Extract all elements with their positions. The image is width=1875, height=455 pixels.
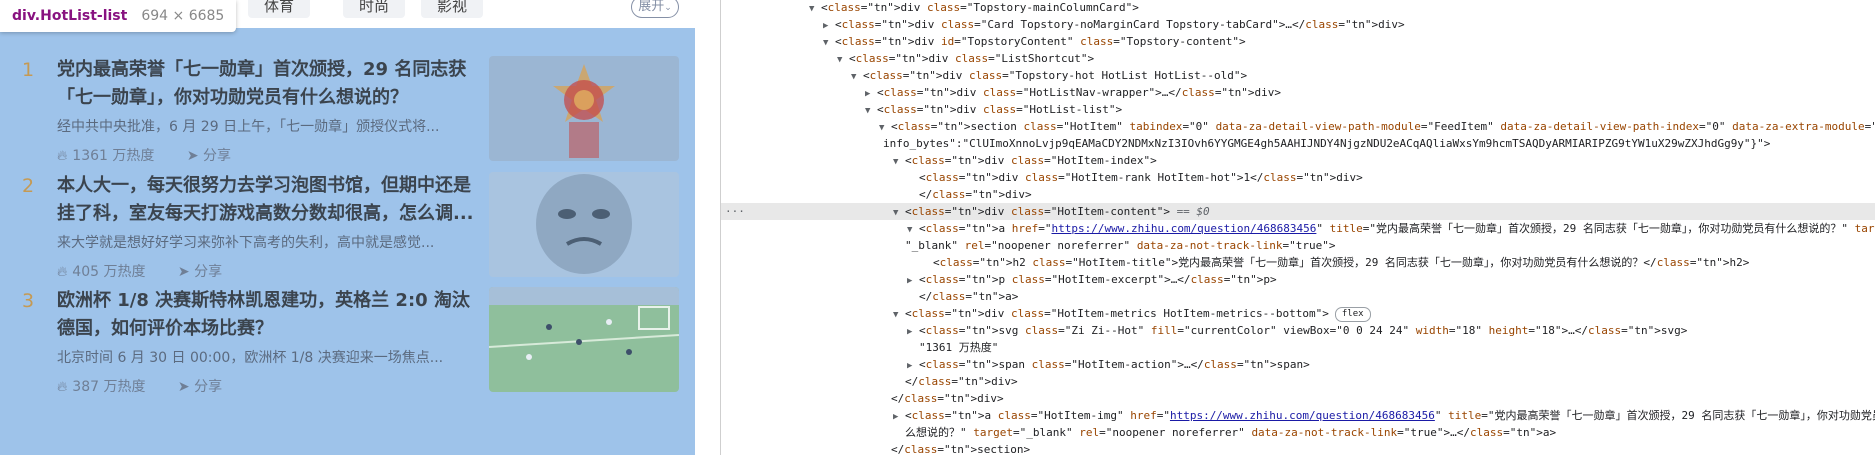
tooltip-element-size: 694 × 6685: [141, 8, 225, 24]
dom-node-line[interactable]: </class="tn">div>: [721, 373, 1875, 390]
hotlist-highlight-overlay: 1 党内最高荣誉「七一勋章」首次颁授，29 名同志获「七一勋章」，你对功勋党员有…: [0, 28, 695, 455]
hot-item-3[interactable]: 3 欧洲杯 1/8 决赛斯特林凯恩建功，英格兰 2:0 淘汰德国，如何评价本场比…: [0, 270, 695, 408]
dom-node-line[interactable]: </class="tn">a>: [721, 288, 1875, 305]
hot-item-rank: 2: [22, 175, 35, 197]
hot-item-heat: 387 万热度: [72, 379, 146, 395]
paper-plane-icon: ➤: [177, 379, 195, 395]
dom-node-line[interactable]: ▼ <class="tn">div class="HotItem-metrics …: [721, 305, 1875, 322]
dom-node-selected[interactable]: ▼ <class="tn">div class="HotItem-content"…: [721, 203, 1875, 220]
dom-node-line[interactable]: "1361 万热度": [721, 339, 1875, 356]
share-label: 分享: [194, 379, 223, 395]
nav-tab-sports[interactable]: 体育: [248, 0, 311, 18]
hot-item-rank: 1: [22, 59, 35, 81]
expand-label: 展开: [638, 0, 665, 14]
dom-node-line[interactable]: ▼ <class="tn">div class="Topstory-mainCol…: [721, 0, 1875, 16]
football-match-image[interactable]: [489, 287, 679, 392]
devtools-elements-panel[interactable]: ▼ <class="tn">div class="Topstory-mainCol…: [721, 0, 1875, 455]
share-button[interactable]: ➤ 分享: [178, 379, 222, 395]
meme-face-image[interactable]: [489, 172, 679, 277]
chevron-down-icon: ⌄: [664, 3, 672, 13]
dom-node-line[interactable]: </class="tn">div>: [721, 186, 1875, 203]
dom-node-line[interactable]: ▶ <class="tn">p class="HotItem-excerpt">……: [721, 271, 1875, 288]
medal-image[interactable]: [489, 56, 679, 161]
hot-item-title[interactable]: 本人大一，每天很努力去学习泡图书馆，但期中还是挂了科，室友每天打游戏高数分数却很…: [57, 172, 477, 228]
dom-node-line[interactable]: ▶ <class="tn">span class="HotItem-action"…: [721, 356, 1875, 373]
dom-node-line[interactable]: ▼ <class="tn">div class="ListShortcut">: [721, 50, 1875, 67]
dom-node-line[interactable]: ▼ <class="tn">section class="HotItem" tab…: [721, 118, 1875, 135]
dom-node-line[interactable]: ▶ <class="tn">div class="HotListNav-wrapp…: [721, 84, 1875, 101]
dom-node-line[interactable]: ▶ <class="tn">svg class="Zi Zi--Hot" fill…: [721, 322, 1875, 339]
hot-item-rank: 3: [22, 290, 35, 312]
hot-item-excerpt[interactable]: 来大学就是想好好学习来弥补下高考的失利，高中就是感觉...: [57, 232, 477, 252]
dom-node-line[interactable]: </class="tn">div>: [721, 390, 1875, 407]
dom-node-line[interactable]: ▶ <class="tn">a class="HotItem-img" href=…: [721, 407, 1875, 424]
dom-node-line[interactable]: 么想说的？" target="_blank" rel="noopener nor…: [721, 424, 1875, 441]
dom-node-line[interactable]: "_blank" rel="noopener noreferrer" data-…: [721, 237, 1875, 254]
hot-item-title[interactable]: 欧洲杯 1/8 决赛斯特林凯恩建功，英格兰 2:0 淘汰德国，如何评价本场比赛？: [57, 287, 477, 343]
dom-node-line[interactable]: ▼ <class="tn">div id="TopstoryContent" cl…: [721, 33, 1875, 50]
dom-node-line[interactable]: </class="tn">section>: [721, 441, 1875, 455]
hot-item-metrics: 🔥︎ 387 万热度 ➤ 分享: [57, 376, 222, 396]
more-options-icon[interactable]: ···: [725, 203, 745, 220]
hot-item-excerpt[interactable]: 北京时间 6 月 30 日 00:00，欧洲杯 1/8 决赛迎来一场焦点...: [57, 347, 477, 367]
nav-tab-fashion[interactable]: 时尚: [343, 0, 406, 18]
dom-node-line[interactable]: <class="tn">div class="HotItem-rank HotI…: [721, 169, 1875, 186]
dom-node-line[interactable]: ▼ <class="tn">a href="https://www.zhihu.c…: [721, 220, 1875, 237]
dom-node-line[interactable]: ▼ <class="tn">div class="HotList-list">: [721, 101, 1875, 118]
dom-node-line[interactable]: <class="tn">h2 class="HotItem-title">党内最…: [721, 254, 1875, 271]
nav-tab-film[interactable]: 影视: [421, 0, 484, 18]
expand-button[interactable]: 展开⌄: [631, 0, 679, 18]
page-viewport: 数码 体育 时尚 影视 展开⌄ 1 党内最高荣誉「七一勋章」首次颁授，29 名同…: [0, 0, 720, 455]
flex-badge[interactable]: flex: [1334, 307, 1371, 322]
selected-node-marker: == $0: [1176, 205, 1210, 218]
dom-node-line[interactable]: ▶ <class="tn">div class="Card Topstory-no…: [721, 16, 1875, 33]
dom-node-line[interactable]: ▼ <class="tn">div class="Topstory-hot Hot…: [721, 67, 1875, 84]
tooltip-element-name: div.HotList-list: [12, 8, 128, 24]
element-inspector-tooltip: div.HotList-list 694 × 6685: [0, 0, 237, 32]
dom-node-line[interactable]: info_bytes":"ClUImoXnnoLvjp9qEAMaCDY2NDM…: [721, 135, 1875, 152]
hot-item-excerpt[interactable]: 经中共中央批准，6 月 29 日上午，「七一勋章」颁授仪式将...: [57, 116, 477, 136]
dom-node-line[interactable]: ▼ <class="tn">div class="HotItem-index">: [721, 152, 1875, 169]
fire-icon: 🔥︎: [57, 379, 68, 395]
hot-item-title[interactable]: 党内最高荣誉「七一勋章」首次颁授，29 名同志获「七一勋章」，你对功勋党员有什么…: [57, 56, 477, 112]
